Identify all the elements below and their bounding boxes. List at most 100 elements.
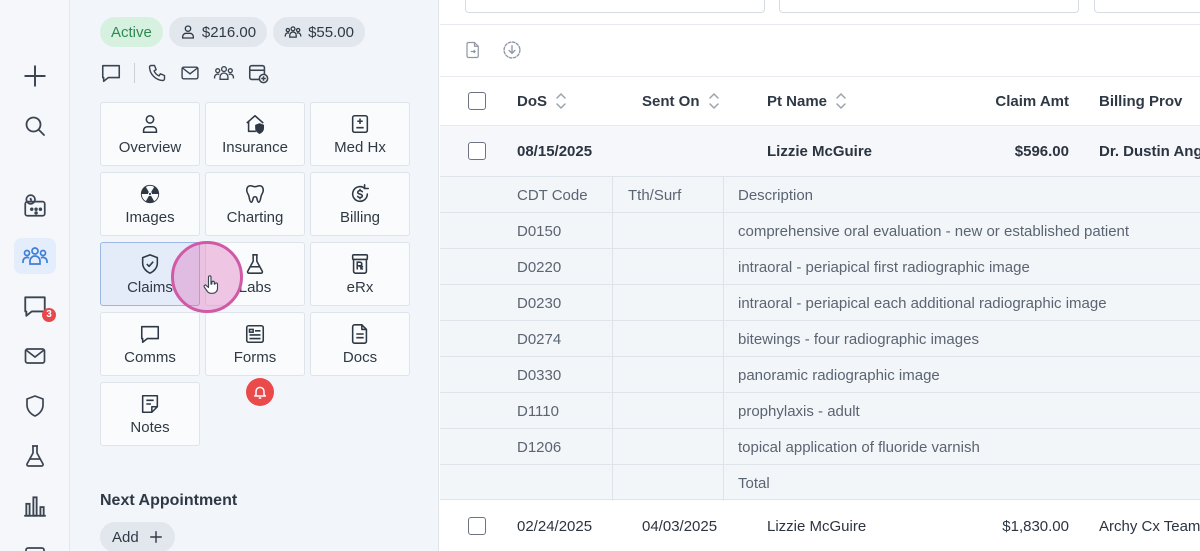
cell-claim-amt: $1,830.00 xyxy=(1002,517,1069,535)
patients-button[interactable] xyxy=(14,238,56,274)
cell-code: D0150 xyxy=(517,222,562,240)
tile-label: Labs xyxy=(238,278,272,296)
cell-description: prophylaxis - adult xyxy=(738,402,860,420)
column-dos[interactable]: DoS xyxy=(517,77,567,125)
family-balance-chip[interactable]: $55.00 xyxy=(273,17,365,47)
row-checkbox[interactable] xyxy=(468,142,486,160)
tile-notes[interactable]: Notes xyxy=(100,382,200,446)
column-sent-on[interactable]: Sent On xyxy=(642,77,720,125)
shield-icon xyxy=(26,395,44,417)
chat-icon xyxy=(140,325,160,343)
table-header: DoS Sent On Pt Name Claim Amt Billing Pr… xyxy=(440,76,1200,126)
tile-forms[interactable]: Forms xyxy=(205,312,305,376)
tile-overview[interactable]: Overview xyxy=(100,102,200,166)
person-icon xyxy=(181,25,194,39)
cell-pt-name: Lizzie McGuire xyxy=(767,142,873,160)
procedure-row: D1206 topical application of fluoride va… xyxy=(440,429,1200,465)
tile-billing[interactable]: Billing xyxy=(310,172,410,236)
people-icon xyxy=(22,247,48,265)
search-button[interactable] xyxy=(14,108,56,144)
patient-balance-chip[interactable]: $216.00 xyxy=(168,17,268,47)
column-label: Claim Amt xyxy=(995,92,1069,110)
table-row[interactable]: 08/15/2025 Lizzie McGuire $596.00 Dr. Du… xyxy=(440,126,1200,176)
column-label: Pt Name xyxy=(767,92,828,110)
cell-code: D1206 xyxy=(517,438,562,456)
reports-button[interactable] xyxy=(14,488,56,524)
sort-icon xyxy=(556,92,566,110)
tile-label: Overview xyxy=(118,138,182,156)
procedure-row: D0150 comprehensive oral evaluation - ne… xyxy=(440,213,1200,249)
people-icon[interactable] xyxy=(213,63,235,83)
tile-images[interactable]: Images xyxy=(100,172,200,236)
hand-pointer-icon xyxy=(203,275,219,294)
form-icon xyxy=(245,324,265,343)
next-appointment-title: Next Appointment xyxy=(100,492,238,509)
labs-nav-button[interactable] xyxy=(14,438,56,474)
tile-erx[interactable]: eRx xyxy=(310,242,410,306)
filter-bar xyxy=(440,0,1200,25)
cell-claim-amt: $596.00 xyxy=(1014,142,1069,160)
people-icon xyxy=(284,26,302,38)
tile-label: Charting xyxy=(226,208,284,226)
column-billing-prov[interactable]: Billing Prov xyxy=(1099,77,1182,125)
tile-label: Images xyxy=(125,208,175,226)
divider xyxy=(134,63,135,83)
tile-insurance[interactable]: Insurance xyxy=(205,102,305,166)
column-label: Sent On xyxy=(642,92,700,110)
row-checkbox[interactable] xyxy=(468,517,486,535)
messages-button[interactable]: 3 xyxy=(14,288,56,324)
procedure-row: D0274 bitewings - four radiographic imag… xyxy=(440,321,1200,357)
person-icon xyxy=(142,114,158,133)
cell-description: comprehensive oral evaluation - new or e… xyxy=(738,222,1130,240)
table-row[interactable]: 02/24/2025 04/03/2025 Lizzie McGuire $1,… xyxy=(440,501,1200,551)
medical-history-icon xyxy=(351,114,369,133)
procedure-row: D0230 intraoral - periapical each additi… xyxy=(440,285,1200,321)
schedule-icon xyxy=(24,194,46,217)
new-button[interactable] xyxy=(14,58,56,94)
column-claim-amt[interactable]: Claim Amt xyxy=(995,77,1069,125)
filter-field-2[interactable] xyxy=(779,0,1079,13)
mail-icon[interactable] xyxy=(179,63,201,83)
tile-med-hx[interactable]: Med Hx xyxy=(310,102,410,166)
insurance-icon xyxy=(246,114,265,134)
document-icon xyxy=(351,323,368,344)
claims-area: DoS Sent On Pt Name Claim Amt Billing Pr… xyxy=(440,0,1200,551)
procedure-total-row: Total xyxy=(440,465,1200,501)
select-all-checkbox[interactable] xyxy=(468,92,486,110)
column-pt-name[interactable]: Pt Name xyxy=(767,77,847,125)
insurance-nav-button[interactable] xyxy=(14,388,56,424)
tile-comms[interactable]: Comms xyxy=(100,312,200,376)
sub-column-description: Description xyxy=(738,186,814,204)
bell-icon xyxy=(253,386,267,399)
tile-label: Docs xyxy=(342,348,378,366)
box-icon xyxy=(25,547,45,551)
chat-icon[interactable] xyxy=(100,62,122,84)
schedule-button[interactable] xyxy=(14,188,56,224)
tile-label: eRx xyxy=(346,278,374,296)
tile-docs[interactable]: Docs xyxy=(310,312,410,376)
add-appointment-button[interactable]: Add xyxy=(100,522,175,551)
patient-chips: Active $216.00 $55.00 xyxy=(100,17,365,47)
notification-bell[interactable] xyxy=(246,378,274,406)
patient-panel: Active $216.00 $55.00 Overview Insurance… xyxy=(70,0,477,551)
tile-charting[interactable]: Charting xyxy=(205,172,305,236)
mail-button[interactable] xyxy=(14,338,56,374)
export-file-icon[interactable] xyxy=(464,40,482,60)
status-badge: Active xyxy=(100,17,163,47)
more-nav-button[interactable] xyxy=(14,538,56,551)
filter-field-3[interactable] xyxy=(1094,0,1200,13)
flask-icon xyxy=(26,445,44,467)
calendar-add-icon[interactable] xyxy=(247,62,269,84)
cell-pt-name: Lizzie McGuire xyxy=(767,517,867,535)
cell-code: D1110 xyxy=(517,402,559,420)
cell-description: topical application of fluoride varnish xyxy=(738,438,980,456)
total-label: Total xyxy=(738,474,770,492)
filter-field-1[interactable] xyxy=(465,0,765,13)
download-icon[interactable] xyxy=(502,40,522,60)
phone-icon[interactable] xyxy=(147,63,167,83)
cell-code: D0230 xyxy=(517,294,562,312)
cell-description: bitewings - four radiographic images xyxy=(738,330,979,348)
table-toolbar xyxy=(464,40,522,60)
procedure-row: D0220 intraoral - periapical first radio… xyxy=(440,249,1200,285)
sort-icon xyxy=(708,92,719,110)
